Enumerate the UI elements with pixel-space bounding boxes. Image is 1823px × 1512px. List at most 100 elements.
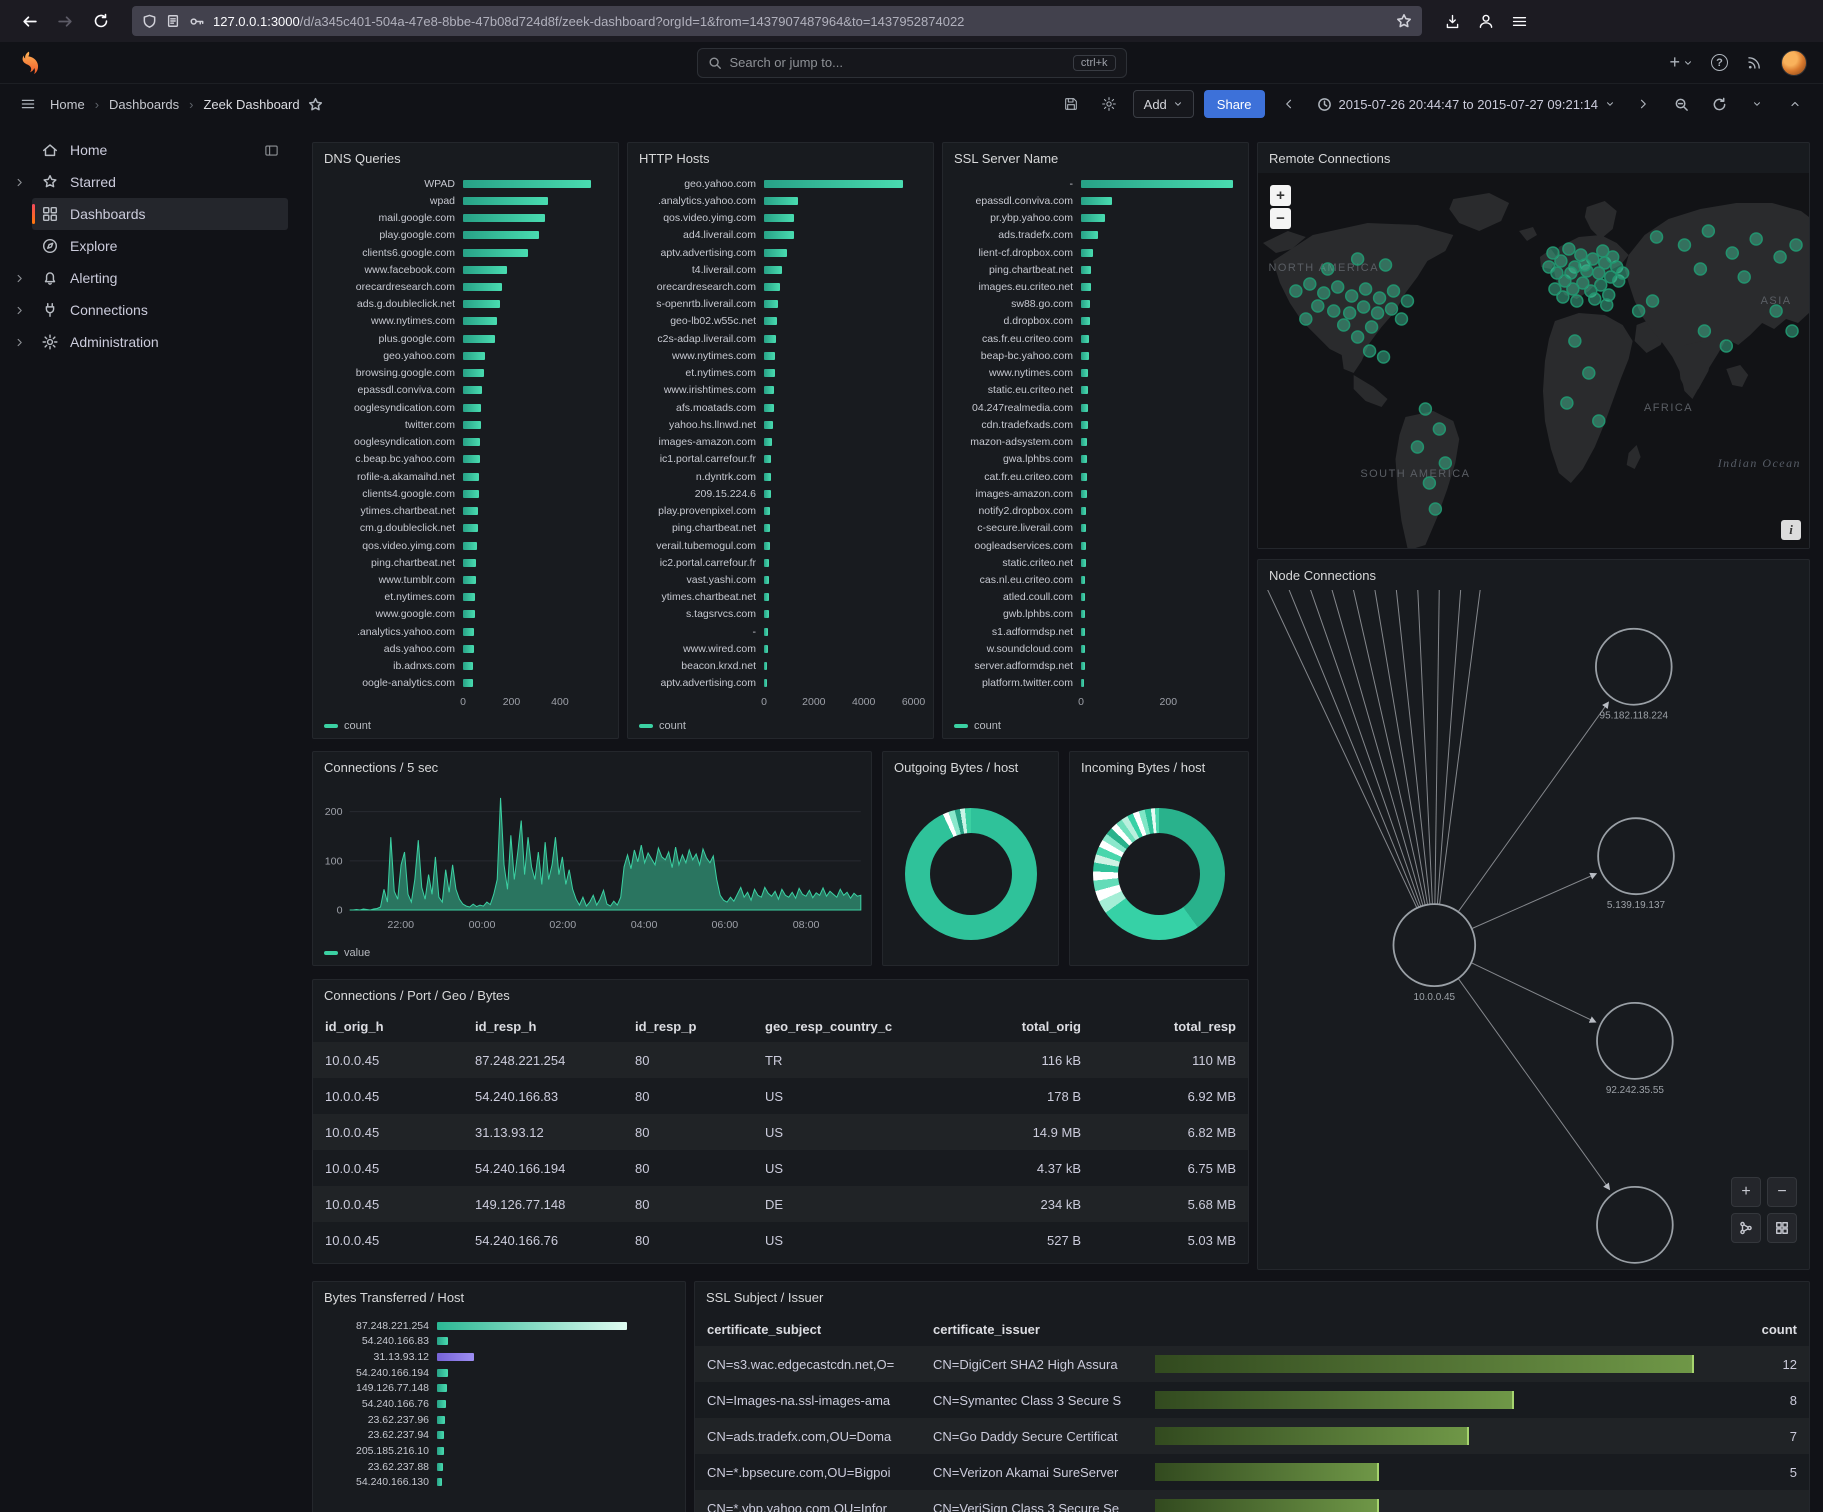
zoom-out-time-button[interactable]	[1667, 90, 1695, 118]
legend-item[interactable]: count	[954, 720, 1001, 732]
chevron-right-icon[interactable]	[14, 337, 25, 348]
breadcrumb-home[interactable]: Home	[50, 97, 85, 112]
save-library-icon[interactable]	[1444, 13, 1461, 30]
search-input[interactable]: Search or jump to... ctrl+k	[696, 47, 1127, 78]
column-header[interactable]: certificate_subject	[695, 1322, 921, 1337]
legend-item[interactable]: count	[324, 720, 371, 732]
incoming-bytes-donut	[1093, 807, 1225, 940]
news-rss-icon[interactable]	[1746, 54, 1763, 71]
column-header[interactable]: total_resp	[1093, 1019, 1248, 1034]
sidebar-item-body[interactable]: Administration	[32, 326, 288, 358]
column-header[interactable]: id_orig_h	[313, 1019, 463, 1034]
sidebar-item-connections[interactable]: Connections	[6, 294, 288, 326]
map-info-button[interactable]: i	[1781, 520, 1801, 540]
world-map[interactable]: NORTH AMERICA SOUTH AMERICA AFRICA ASIA Indi…	[1258, 173, 1809, 548]
sidebar-item-administration[interactable]: Administration	[6, 326, 288, 358]
hbar-track	[463, 468, 606, 485]
panel-title[interactable]: HTTP Hosts	[628, 143, 933, 173]
sidebar-item-starred[interactable]: Starred	[6, 166, 288, 198]
hbar-row: clients4.google.com	[321, 485, 606, 502]
sidebar-item-body[interactable]: Starred	[32, 166, 288, 198]
map-zoom-out-button[interactable]: −	[1270, 208, 1291, 229]
menu-icon[interactable]	[1511, 13, 1528, 30]
hbar-track	[764, 416, 921, 433]
back-button[interactable]	[14, 7, 44, 35]
chevron-right-icon[interactable]	[14, 305, 25, 316]
column-header[interactable]: geo_resp_country_c	[753, 1019, 943, 1034]
dock-menu-icon[interactable]	[264, 143, 279, 158]
panel-title[interactable]: Bytes Transferred / Host	[313, 1282, 685, 1312]
help-button[interactable]: ?	[1711, 54, 1728, 71]
column-header[interactable]: id_resp_p	[623, 1019, 753, 1034]
sidebar-item-body[interactable]: Connections	[32, 294, 288, 326]
hbar-row: clients6.google.com	[321, 244, 606, 261]
panel-title[interactable]: Connections / Port / Geo / Bytes	[313, 980, 1248, 1010]
node-layout-button[interactable]	[1731, 1213, 1761, 1243]
sidebar-item-dashboards[interactable]: Dashboards	[6, 198, 288, 230]
panel-title[interactable]: SSL Subject / Issuer	[695, 1282, 1809, 1312]
hbar-row: images-amazon.com	[636, 434, 921, 451]
breadcrumb-dashboards[interactable]: Dashboards	[109, 97, 179, 112]
node-graph[interactable]: 10.0.0.45 95.182.118.224 5.139.19.137 92.24…	[1258, 590, 1809, 1269]
map-zoom-in-button[interactable]: +	[1270, 185, 1291, 206]
sidebar-item-explore[interactable]: Explore	[6, 230, 288, 262]
refresh-interval-button[interactable]	[1743, 90, 1771, 118]
panel-title[interactable]: Incoming Bytes / host	[1070, 752, 1248, 782]
reload-button[interactable]	[86, 7, 116, 35]
new-button[interactable]: +	[1669, 52, 1693, 73]
hbar-bar	[764, 489, 771, 498]
legend-item[interactable]: count	[639, 720, 686, 732]
hbar-category-label: cas.nl.eu.criteo.com	[979, 574, 1073, 586]
url-bar[interactable]: 127.0.0.1:3000/d/a345c401-504a-47e8-8bbe…	[132, 6, 1422, 36]
hbar-track	[463, 347, 606, 364]
chevron-right-icon[interactable]	[14, 177, 25, 188]
grafana-logo-icon[interactable]	[16, 50, 42, 76]
sidebar-item-home[interactable]: Home	[6, 134, 288, 166]
legend-item[interactable]: value	[324, 947, 370, 959]
panel-title[interactable]: Outgoing Bytes / host	[883, 752, 1058, 782]
column-header[interactable]: certificate_issuer	[921, 1322, 1143, 1337]
hbar-row: plus.google.com	[321, 330, 606, 347]
favorite-star-icon[interactable]	[308, 97, 323, 112]
hbar-bar	[437, 1321, 628, 1330]
node-grid-view-button[interactable]	[1767, 1213, 1797, 1243]
add-button[interactable]: Add	[1132, 90, 1194, 118]
chevron-right-icon[interactable]	[14, 273, 25, 284]
node-zoom-in-button[interactable]: +	[1731, 1177, 1761, 1207]
column-header[interactable]: count	[1719, 1322, 1809, 1337]
sidebar-item-body[interactable]: Explore	[32, 230, 288, 262]
key-icon[interactable]	[189, 14, 204, 29]
column-header[interactable]: total_orig	[943, 1019, 1093, 1034]
hbar-row: beap-bc.yahoo.com	[951, 347, 1236, 364]
hbar-category-label: et.nytimes.com	[384, 591, 455, 604]
reader-page-icon[interactable]	[166, 14, 180, 28]
time-shift-forward-button[interactable]	[1629, 90, 1657, 118]
avatar[interactable]	[1781, 49, 1807, 76]
sidebar-item-alerting[interactable]: Alerting	[6, 262, 288, 294]
time-shift-back-button[interactable]	[1275, 90, 1303, 118]
dashboard-settings-button[interactable]	[1095, 90, 1123, 118]
shield-icon[interactable]	[142, 14, 157, 29]
panel-title[interactable]: DNS Queries	[313, 143, 618, 173]
column-header[interactable]: id_resp_h	[463, 1019, 623, 1034]
hbar-row: ads.tradefx.com	[951, 227, 1236, 244]
sidebar-item-body[interactable]: Home	[32, 134, 288, 166]
time-range-picker[interactable]: 2015-07-26 20:44:47 to 2015-07-27 09:21:…	[1313, 97, 1620, 112]
collapse-toolbar-button[interactable]	[1781, 90, 1809, 118]
share-button[interactable]: Share	[1203, 90, 1265, 118]
panel-title[interactable]: Node Connections	[1258, 560, 1809, 590]
account-icon[interactable]	[1477, 12, 1495, 30]
hbar-bar	[1081, 283, 1092, 292]
sidebar-item-body[interactable]: Alerting	[32, 262, 288, 294]
panel-title[interactable]: Remote Connections	[1258, 143, 1809, 173]
node-zoom-out-button[interactable]: −	[1767, 1177, 1797, 1207]
refresh-button[interactable]	[1705, 90, 1733, 118]
mega-menu-button[interactable]	[14, 90, 42, 118]
panel-title[interactable]: Connections / 5 sec	[313, 752, 871, 782]
panel-title[interactable]: SSL Server Name	[943, 143, 1248, 173]
forward-button[interactable]	[50, 7, 80, 35]
sidebar-item-body[interactable]: Dashboards	[32, 198, 288, 230]
search-icon	[708, 56, 721, 69]
save-dashboard-button[interactable]	[1057, 90, 1085, 118]
bookmark-star-icon[interactable]	[1396, 13, 1412, 29]
